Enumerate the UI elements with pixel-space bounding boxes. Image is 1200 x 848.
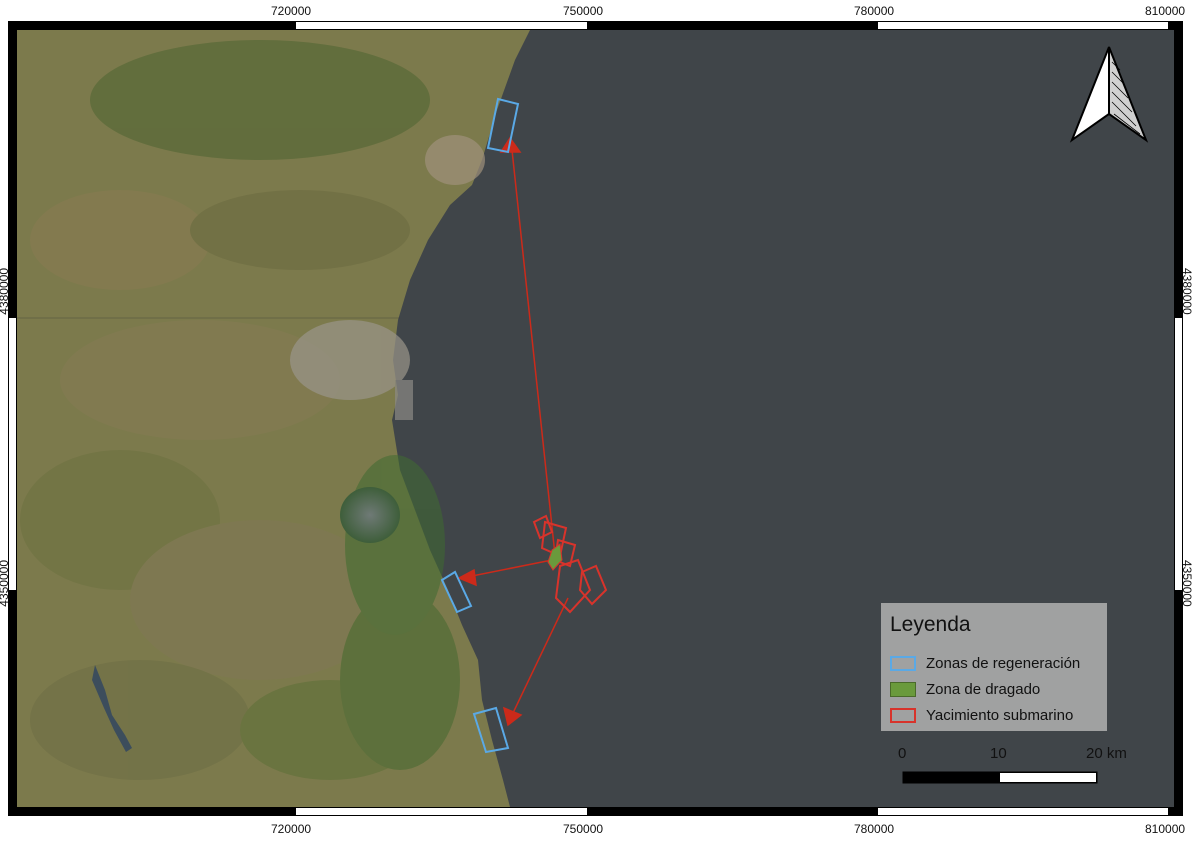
legend-item-deposit: Yacimiento submarino bbox=[890, 705, 1073, 725]
legend-item-regeneration: Zonas de regeneración bbox=[890, 653, 1080, 673]
legend-title: Leyenda bbox=[890, 613, 971, 636]
legend-item-dredging: Zona de dragado bbox=[890, 679, 1040, 699]
scale-label-10: 10 bbox=[990, 745, 1007, 762]
scale-label-0: 0 bbox=[898, 745, 907, 762]
legend-swatch-deposit bbox=[890, 707, 916, 723]
lagoon bbox=[340, 487, 400, 543]
legend-swatch-regeneration bbox=[890, 655, 916, 671]
scale-bar bbox=[902, 771, 1098, 784]
legend: Leyenda Zonas de regeneración Zona de dr… bbox=[881, 603, 1107, 731]
scale-label-20km: 20 km bbox=[1086, 745, 1127, 762]
legend-label-regeneration: Zonas de regeneración bbox=[926, 654, 1081, 672]
legend-label-deposit: Yacimiento submarino bbox=[926, 706, 1074, 724]
legend-label-dredging: Zona de dragado bbox=[926, 680, 1041, 698]
legend-swatch-dredging bbox=[890, 681, 916, 697]
